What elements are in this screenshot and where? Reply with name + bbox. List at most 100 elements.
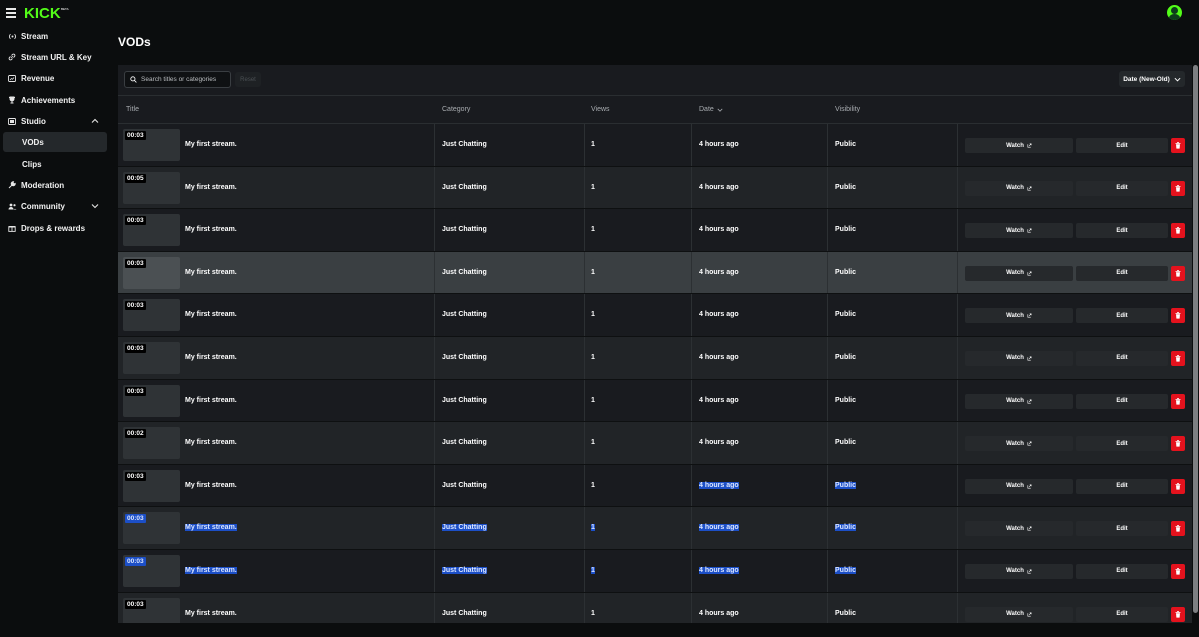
edit-button[interactable]: Edit xyxy=(1076,265,1168,281)
sidebar-item-label: Revenue xyxy=(21,73,55,83)
vod-views: 1 xyxy=(591,524,595,532)
external-link-icon xyxy=(1027,484,1032,489)
delete-button[interactable] xyxy=(1171,521,1185,537)
sidebar-item-moderation[interactable]: Moderation xyxy=(3,175,107,195)
table-row[interactable]: 00:03 My first stream. Just Chatting 1 4 hou… xyxy=(118,294,1192,337)
vod-title[interactable]: My first stream. xyxy=(185,482,237,489)
sidebar-item-stream[interactable]: Stream xyxy=(3,26,107,46)
edit-button[interactable]: Edit xyxy=(1076,138,1168,153)
delete-button[interactable] xyxy=(1171,350,1185,366)
column-divider xyxy=(957,336,958,379)
vod-duration: 00:03 xyxy=(125,514,146,524)
edit-button[interactable]: Edit xyxy=(1076,180,1168,196)
edit-button[interactable]: Edit xyxy=(1076,223,1168,239)
watch-button[interactable]: Watch xyxy=(965,521,1073,537)
chevron-down-icon[interactable] xyxy=(91,202,99,210)
vod-views-text: 1 xyxy=(591,268,595,276)
vod-title[interactable]: My first stream. xyxy=(185,610,237,617)
edit-button[interactable]: Edit xyxy=(1076,478,1168,494)
delete-button[interactable] xyxy=(1171,138,1185,153)
table-row[interactable]: 00:03 My first stream. Just Chatting 1 4 hou… xyxy=(118,507,1192,550)
vod-category: Just Chatting xyxy=(442,524,487,532)
scrollbar[interactable] xyxy=(1192,65,1199,623)
delete-button[interactable] xyxy=(1171,393,1185,409)
table-row[interactable]: 00:03 My first stream. Just Chatting 1 4 hou… xyxy=(118,336,1192,380)
watch-button[interactable]: Watch xyxy=(965,223,1073,239)
sidebar-item-achievements[interactable]: Achievements xyxy=(3,90,107,110)
vod-title[interactable]: My first stream. xyxy=(185,226,237,233)
column-header-date[interactable]: Date xyxy=(699,106,723,113)
watch-button[interactable]: Watch xyxy=(965,606,1073,622)
vod-title[interactable]: My first stream. xyxy=(185,439,237,446)
delete-button[interactable] xyxy=(1171,223,1185,239)
delete-button[interactable] xyxy=(1171,308,1185,324)
sidebar-item-stream-url-key[interactable]: Stream URL & Key xyxy=(3,47,107,67)
vod-title[interactable]: My first stream. xyxy=(185,397,237,404)
delete-button[interactable] xyxy=(1171,606,1185,622)
edit-button[interactable]: Edit xyxy=(1076,393,1168,409)
sort-dropdown[interactable]: Date (New-Old) xyxy=(1119,71,1185,87)
column-divider xyxy=(957,592,958,623)
edit-button[interactable]: Edit xyxy=(1076,521,1168,537)
table-row[interactable]: 00:03 My first stream. Just Chatting 1 4 hou… xyxy=(118,549,1192,593)
column-divider xyxy=(434,251,435,294)
vod-title[interactable]: My first stream. xyxy=(185,269,237,276)
watch-button[interactable]: Watch xyxy=(965,308,1073,324)
table-row[interactable]: 00:03 My first stream. Just Chatting 1 4 hou… xyxy=(118,251,1192,295)
menu-icon[interactable] xyxy=(6,8,16,18)
table-row[interactable]: 00:03 My first stream. Just Chatting 1 4 hou… xyxy=(118,124,1192,167)
search-box[interactable] xyxy=(124,71,231,88)
delete-button[interactable] xyxy=(1171,436,1185,452)
edit-button[interactable]: Edit xyxy=(1076,606,1168,622)
column-divider xyxy=(691,124,692,166)
kick-logo[interactable]: KICK BETA xyxy=(24,4,70,22)
reset-button[interactable]: Reset xyxy=(235,72,261,87)
sidebar-item-revenue[interactable]: Revenue xyxy=(3,68,107,88)
edit-button[interactable]: Edit xyxy=(1076,350,1168,366)
scrollbar-thumb[interactable] xyxy=(1193,65,1198,613)
avatar[interactable] xyxy=(1167,5,1182,20)
vod-title[interactable]: My first stream. xyxy=(185,141,237,148)
vod-date-text: 4 hours ago xyxy=(699,311,739,319)
delete-button[interactable] xyxy=(1171,180,1185,196)
logo-text: KICK xyxy=(24,5,61,22)
vod-title[interactable]: My first stream. xyxy=(185,524,237,532)
sidebar-item-community[interactable]: Community xyxy=(3,196,107,216)
watch-button[interactable]: Watch xyxy=(965,138,1073,153)
sidebar-item-studio[interactable]: Studio xyxy=(3,111,107,131)
watch-button[interactable]: Watch xyxy=(965,265,1073,281)
column-divider xyxy=(957,549,958,592)
watch-button[interactable]: Watch xyxy=(965,350,1073,366)
watch-button[interactable]: Watch xyxy=(965,478,1073,494)
watch-button[interactable]: Watch xyxy=(965,180,1073,196)
watch-button[interactable]: Watch xyxy=(965,436,1073,452)
vod-category: Just Chatting xyxy=(442,482,487,489)
chevron-up-icon[interactable] xyxy=(91,117,99,125)
delete-button[interactable] xyxy=(1171,563,1185,579)
vod-title[interactable]: My first stream. xyxy=(185,311,237,318)
edit-button[interactable]: Edit xyxy=(1076,563,1168,579)
table-row[interactable]: 00:02 My first stream. Just Chatting 1 4 hou… xyxy=(118,422,1192,465)
delete-button[interactable] xyxy=(1171,265,1185,281)
search-icon xyxy=(130,76,137,83)
sidebar-item-clips[interactable]: Clips xyxy=(3,154,107,174)
edit-button[interactable]: Edit xyxy=(1076,308,1168,324)
watch-button[interactable]: Watch xyxy=(965,563,1073,579)
table-row[interactable]: 00:03 My first stream. Just Chatting 1 4 hou… xyxy=(118,379,1192,423)
vod-title-text: My first stream. xyxy=(185,268,237,276)
table-row[interactable]: 00:03 My first stream. Just Chatting 1 4 hou… xyxy=(118,464,1192,508)
delete-button[interactable] xyxy=(1171,478,1185,494)
vod-title[interactable]: My first stream. xyxy=(185,354,237,361)
vod-title[interactable]: My first stream. xyxy=(185,566,237,574)
vod-title[interactable]: My first stream. xyxy=(185,184,237,191)
sidebar-item-vods[interactable]: VODs xyxy=(3,132,107,152)
vod-visibility-text: Public xyxy=(835,524,857,532)
edit-button[interactable]: Edit xyxy=(1076,436,1168,452)
table-row[interactable]: 00:03 My first stream. Just Chatting 1 4 hou… xyxy=(118,592,1192,623)
sidebar-item-drops-rewards[interactable]: Drops & rewards xyxy=(3,218,107,238)
watch-button[interactable]: Watch xyxy=(965,393,1073,409)
watch-label: Watch xyxy=(1006,568,1024,575)
table-row[interactable]: 00:05 My first stream. Just Chatting 1 4 hou… xyxy=(118,166,1192,210)
table-row[interactable]: 00:03 My first stream. Just Chatting 1 4 hou… xyxy=(118,209,1192,252)
search-input[interactable] xyxy=(141,76,229,83)
